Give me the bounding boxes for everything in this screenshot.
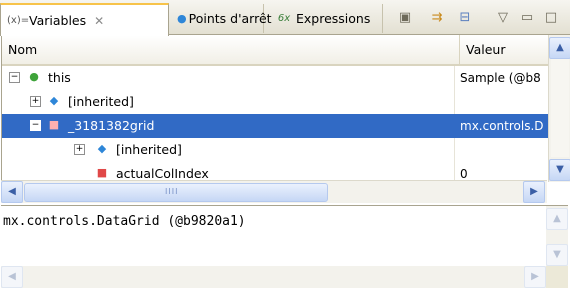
name-cell: ■ actualColIndex <box>2 162 455 182</box>
table-row[interactable]: + ◆ [inherited] <box>2 90 548 114</box>
blue-diamond-icon: ◆ <box>97 142 107 155</box>
tab-breakpoints-label: Points d'arrêt <box>188 11 272 26</box>
variable-value <box>455 138 548 162</box>
collapse-toggle-icon[interactable]: − <box>30 120 41 131</box>
table-header: Nom Valeur <box>2 35 548 66</box>
red-square-icon: ■ <box>48 118 60 131</box>
table-row[interactable]: + ◆ [inherited] <box>2 138 548 162</box>
maximize-icon: □ <box>544 9 558 25</box>
expressions-icon: 6x <box>277 13 291 24</box>
variable-name: _3181382grid <box>68 118 155 133</box>
name-cell: + ◆ [inherited] <box>2 90 455 114</box>
minimize-button[interactable]: ▭ <box>518 8 536 26</box>
horizontal-scroll-thumb[interactable]: IIII <box>24 183 328 202</box>
view-menu-button[interactable]: ▽ <box>494 8 512 26</box>
collapse-all-icon: ⇉ <box>431 9 443 25</box>
name-cell: − ● this <box>2 66 455 90</box>
details-text[interactable]: mx.controls.DataGrid (@b9820a1) <box>3 214 246 229</box>
tab-expressions[interactable]: 6x Expressions <box>264 4 383 33</box>
scroll-down-icon[interactable]: ▼ <box>549 159 570 181</box>
variable-name: [inherited] <box>68 94 134 109</box>
variable-value: 0 <box>460 167 468 181</box>
tab-expressions-label: Expressions <box>296 11 371 26</box>
details-pane[interactable]: mx.controls.DataGrid (@b9820a1) ▲ ▼ ◀ ▶ <box>1 205 568 289</box>
details-scroll-right-icon[interactable]: ▶ <box>524 266 546 288</box>
maximize-button[interactable]: □ <box>542 8 560 26</box>
details-scroll-down-icon[interactable]: ▼ <box>546 244 568 266</box>
toggle-details-pane-button[interactable]: ⊟ <box>456 8 474 26</box>
table-rows: − ● this Sample (@b8 + ◆ [inherited] − ■… <box>2 66 548 182</box>
variable-value: Sample (@b8 <box>460 71 541 85</box>
details-horizontal-scrollbar[interactable]: ◀ ▶ <box>1 266 546 288</box>
expand-toggle-icon[interactable]: + <box>30 96 41 107</box>
show-type-names-button[interactable]: ▣ <box>396 8 414 26</box>
name-cell: + ◆ [inherited] <box>2 138 455 162</box>
variables-icon: (x)= <box>7 15 30 26</box>
minimize-icon: ▭ <box>520 9 534 25</box>
breakpoints-icon: ● <box>177 12 187 25</box>
table-row[interactable]: ■ actualColIndex 0 <box>2 162 548 182</box>
tab-breakpoints[interactable]: ● Points d'arrêt <box>167 4 272 33</box>
name-cell: − ■ _3181382grid <box>2 114 455 138</box>
scrollbar-corner <box>546 266 568 288</box>
view-tab-bar: (x)= Variables ✕ ● Points d'arrêt 6x Exp… <box>0 0 570 36</box>
details-vertical-scrollbar[interactable]: ▲ ▼ <box>546 206 568 266</box>
details-scroll-left-icon[interactable]: ◀ <box>1 266 23 288</box>
blue-diamond-icon: ◆ <box>49 94 59 107</box>
column-header-value[interactable]: Valeur <box>459 35 549 64</box>
red-square-icon: ■ <box>96 166 108 179</box>
scroll-up-icon[interactable]: ▲ <box>549 37 570 59</box>
details-scroll-up-icon[interactable]: ▲ <box>546 208 568 230</box>
variable-name: this <box>48 70 71 85</box>
collapse-toggle-icon[interactable]: − <box>9 72 20 83</box>
column-header-name[interactable]: Nom <box>8 35 37 64</box>
scroll-grip-icon: IIII <box>165 187 179 196</box>
table-row-selected[interactable]: − ■ _3181382grid mx.controls.D <box>2 114 548 138</box>
variable-name: [inherited] <box>116 142 182 157</box>
scroll-left-icon[interactable]: ◀ <box>1 181 23 203</box>
variable-value: mx.controls.D <box>460 119 544 133</box>
tab-variables-label: Variables <box>29 13 87 28</box>
show-type-names-icon: ▣ <box>398 9 412 25</box>
table-vertical-scrollbar[interactable]: ▲ ▼ <box>548 35 570 182</box>
tab-variables[interactable]: (x)= Variables ✕ <box>0 3 169 36</box>
variables-tree-table: Nom Valeur − ● this Sample (@b8 + ◆ [inh… <box>1 35 570 185</box>
table-row[interactable]: − ● this Sample (@b8 <box>2 66 548 90</box>
toggle-details-pane-icon: ⊟ <box>459 9 471 25</box>
variable-name: actualColIndex <box>116 166 209 181</box>
green-dot-icon: ● <box>29 70 39 83</box>
view-menu-icon: ▽ <box>498 9 508 25</box>
collapse-all-button[interactable]: ⇉ <box>428 8 446 26</box>
table-horizontal-scrollbar[interactable]: ◀ IIII ▶ <box>1 180 547 203</box>
scroll-right-icon[interactable]: ▶ <box>523 181 545 203</box>
expand-toggle-icon[interactable]: + <box>74 144 85 155</box>
close-icon[interactable]: ✕ <box>94 14 104 28</box>
variable-value <box>455 90 548 114</box>
vertical-scroll-track[interactable] <box>551 59 569 157</box>
